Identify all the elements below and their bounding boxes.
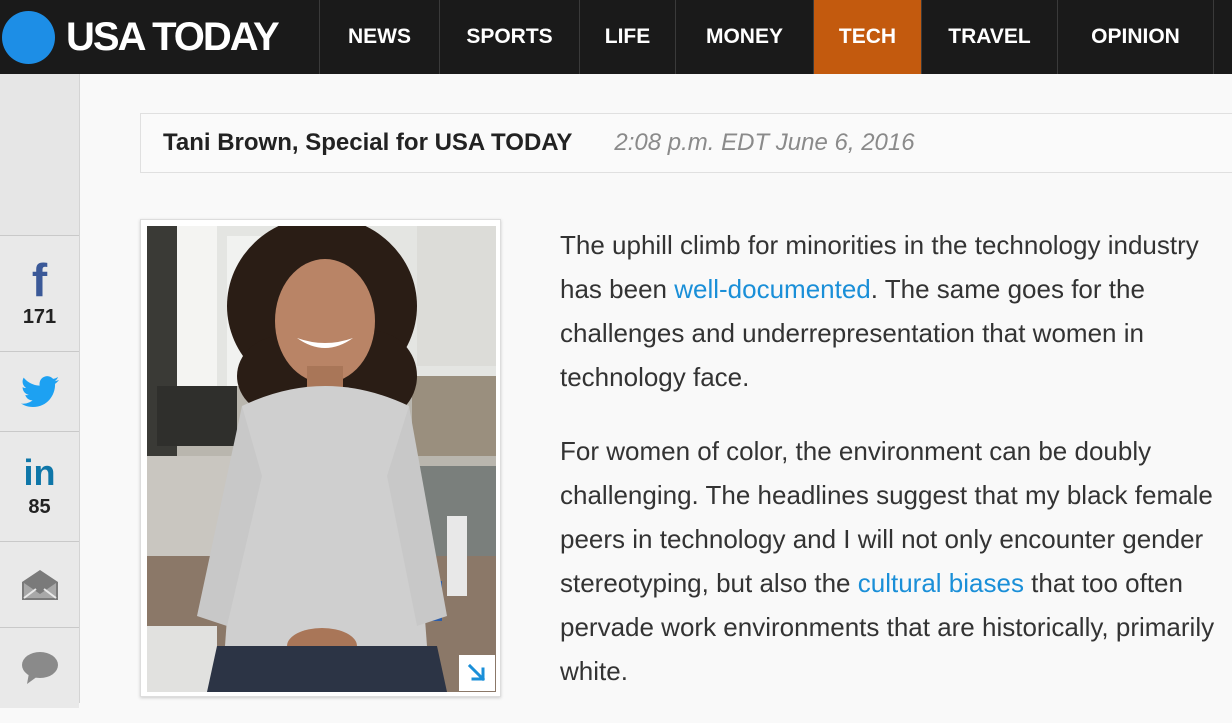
article-photo[interactable] xyxy=(140,219,501,697)
facebook-share-button[interactable]: f 171 xyxy=(0,236,79,352)
twitter-share-button[interactable] xyxy=(0,352,79,432)
comments-button[interactable] xyxy=(0,628,79,708)
share-rail: f 171 in 85 xyxy=(0,74,80,708)
nav-tech[interactable]: TECH xyxy=(814,0,922,74)
nav-news[interactable]: NEWS xyxy=(320,0,440,74)
nav-sports[interactable]: SPORTS xyxy=(440,0,580,74)
logo-dot-icon xyxy=(2,10,55,64)
article-body: The uphill climb for minorities in the t… xyxy=(560,223,1228,723)
rail-spacer xyxy=(0,74,79,236)
facebook-share-count: 171 xyxy=(22,306,57,328)
logo-text: USA TODAY xyxy=(66,14,280,59)
top-nav: USA TODAY NEWS SPORTS LIFE MONEY TECH TR… xyxy=(0,0,1232,74)
expand-photo-button[interactable] xyxy=(459,655,495,691)
well-documented-link[interactable]: well-documented xyxy=(674,274,871,304)
nav-travel[interactable]: TRAVEL xyxy=(922,0,1058,74)
paragraph-2: For women of color, the environment can … xyxy=(560,436,1215,686)
nav-opinion[interactable]: OPINION xyxy=(1058,0,1214,74)
nav-life[interactable]: LIFE xyxy=(580,0,676,74)
comment-icon xyxy=(21,652,58,684)
usa-today-logo[interactable]: USA TODAY xyxy=(0,0,320,74)
publish-timestamp: 2:08 p.m. EDT June 6, 2016 xyxy=(614,129,915,156)
expand-arrow-icon xyxy=(467,663,486,682)
nav-overflow xyxy=(1214,0,1232,74)
portrait-image xyxy=(147,226,496,692)
author-byline[interactable]: Tani Brown, Special for USA TODAY xyxy=(163,129,572,157)
linkedin-share-count: 85 xyxy=(28,496,51,518)
facebook-icon: f xyxy=(31,254,48,306)
byline-bar: Tani Brown, Special for USA TODAY 2:08 p… xyxy=(140,113,1232,173)
nav-money[interactable]: MONEY xyxy=(676,0,814,74)
email-share-button[interactable] xyxy=(0,542,79,628)
cultural-biases-link[interactable]: cultural biases xyxy=(858,568,1024,598)
paragraph-1: The uphill climb for minorities in the t… xyxy=(560,230,1199,392)
email-icon xyxy=(21,569,58,600)
linkedin-icon: in xyxy=(23,452,56,493)
twitter-icon xyxy=(20,375,59,407)
linkedin-share-button[interactable]: in 85 xyxy=(0,432,79,542)
